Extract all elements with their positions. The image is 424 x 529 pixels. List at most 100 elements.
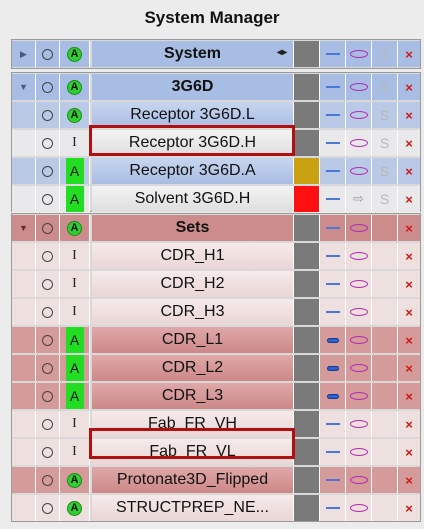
active-toggle[interactable]: I [60, 411, 90, 437]
active-toggle[interactable]: A [60, 186, 90, 212]
visibility-toggle[interactable] [36, 74, 60, 100]
close-button[interactable]: × [398, 355, 420, 381]
visibility-toggle[interactable] [36, 215, 60, 241]
item-name[interactable]: CDR_H3 [92, 299, 294, 325]
close-button[interactable]: × [398, 467, 420, 493]
list-item[interactable]: I CDR_H1 × [12, 242, 420, 270]
close-button[interactable]: × [398, 299, 420, 325]
close-button[interactable]: × [398, 102, 420, 128]
item-name[interactable]: Solvent 3G6D.H [92, 186, 294, 212]
line-style-toggle[interactable] [320, 495, 346, 521]
list-item[interactable]: I Receptor 3G6D.H S × [12, 129, 420, 157]
item-name[interactable]: STRUCTPREP_NE... [92, 495, 294, 521]
ribbon-toggle[interactable] [346, 74, 372, 100]
surface-toggle[interactable] [372, 327, 398, 353]
surface-toggle[interactable] [372, 439, 398, 465]
surface-toggle[interactable]: S [372, 186, 398, 212]
line-style-toggle[interactable] [320, 215, 346, 241]
close-button[interactable]: × [398, 215, 420, 241]
color-swatch[interactable] [294, 41, 320, 67]
active-toggle[interactable]: A [60, 467, 90, 493]
close-button[interactable]: × [398, 158, 420, 184]
line-style-toggle[interactable] [320, 411, 346, 437]
group-name[interactable]: Sets [92, 215, 294, 241]
line-style-toggle[interactable] [320, 41, 346, 67]
ribbon-toggle[interactable] [346, 158, 372, 184]
ribbon-toggle[interactable] [346, 130, 372, 156]
active-toggle[interactable]: A [60, 215, 90, 241]
color-swatch[interactable] [294, 215, 320, 241]
color-swatch[interactable] [294, 74, 320, 100]
visibility-toggle[interactable] [36, 467, 60, 493]
visibility-toggle[interactable] [36, 383, 60, 409]
close-button[interactable]: × [398, 41, 420, 67]
active-toggle[interactable]: I [60, 299, 90, 325]
close-button[interactable]: × [398, 271, 420, 297]
group-header-row[interactable]: ▼ A 3G6D S × [12, 73, 420, 101]
visibility-toggle[interactable] [36, 243, 60, 269]
item-name[interactable]: Receptor 3G6D.A [92, 158, 294, 184]
surface-toggle[interactable] [372, 467, 398, 493]
close-button[interactable]: × [398, 186, 420, 212]
color-swatch[interactable] [294, 439, 320, 465]
surface-toggle[interactable]: S [372, 158, 398, 184]
group-header-row[interactable]: ▼ A Sets × [12, 214, 420, 242]
item-name[interactable]: CDR_H1 [92, 243, 294, 269]
close-button[interactable]: × [398, 411, 420, 437]
ribbon-toggle[interactable] [346, 102, 372, 128]
line-style-toggle[interactable] [320, 439, 346, 465]
close-button[interactable]: × [398, 130, 420, 156]
color-swatch[interactable] [294, 271, 320, 297]
active-toggle[interactable]: A [60, 74, 90, 100]
visibility-toggle[interactable] [36, 130, 60, 156]
item-name[interactable]: Protonate3D_Flipped [92, 467, 294, 493]
surface-toggle[interactable] [372, 411, 398, 437]
color-swatch[interactable] [294, 467, 320, 493]
color-swatch[interactable] [294, 102, 320, 128]
color-swatch[interactable] [294, 327, 320, 353]
surface-toggle[interactable] [372, 355, 398, 381]
visibility-toggle[interactable] [36, 41, 60, 67]
ribbon-toggle[interactable] [346, 439, 372, 465]
list-item[interactable]: A Solvent 3G6D.H ⇨ S × [12, 185, 420, 213]
active-toggle[interactable]: I [60, 271, 90, 297]
list-item[interactable]: A Protonate3D_Flipped × [12, 466, 420, 494]
surface-toggle[interactable]: S [372, 130, 398, 156]
line-style-toggle[interactable] [320, 383, 346, 409]
visibility-toggle[interactable] [36, 439, 60, 465]
color-swatch[interactable] [294, 299, 320, 325]
color-swatch[interactable] [294, 355, 320, 381]
color-swatch[interactable] [294, 130, 320, 156]
line-style-toggle[interactable] [320, 467, 346, 493]
close-button[interactable]: × [398, 383, 420, 409]
close-button[interactable]: × [398, 243, 420, 269]
ribbon-toggle[interactable] [346, 467, 372, 493]
close-button[interactable]: × [398, 74, 420, 100]
surface-toggle[interactable]: S [372, 41, 398, 67]
group-name[interactable]: 3G6D [92, 74, 294, 100]
visibility-toggle[interactable] [36, 299, 60, 325]
active-toggle[interactable]: I [60, 439, 90, 465]
item-name[interactable]: Receptor 3G6D.H [92, 130, 294, 156]
line-style-toggle[interactable] [320, 186, 346, 212]
list-item[interactable]: A Receptor 3G6D.L S × [12, 101, 420, 129]
ribbon-toggle[interactable] [346, 299, 372, 325]
list-item[interactable]: A CDR_L1 × [12, 326, 420, 354]
visibility-toggle[interactable] [36, 271, 60, 297]
ribbon-toggle[interactable] [346, 243, 372, 269]
list-item[interactable]: A CDR_L2 × [12, 354, 420, 382]
visibility-toggle[interactable] [36, 158, 60, 184]
close-button[interactable]: × [398, 495, 420, 521]
surface-toggle[interactable] [372, 243, 398, 269]
system-row[interactable]: ▶ A System ◂▸ S × [12, 40, 420, 68]
item-name[interactable]: CDR_L1 [92, 327, 294, 353]
active-toggle[interactable]: A [60, 158, 90, 184]
line-style-toggle[interactable] [320, 158, 346, 184]
line-style-toggle[interactable] [320, 74, 346, 100]
ribbon-toggle[interactable] [346, 495, 372, 521]
line-style-toggle[interactable] [320, 130, 346, 156]
line-style-toggle[interactable] [320, 102, 346, 128]
list-item[interactable]: I CDR_H3 × [12, 298, 420, 326]
color-swatch[interactable] [294, 411, 320, 437]
ribbon-toggle[interactable] [346, 271, 372, 297]
